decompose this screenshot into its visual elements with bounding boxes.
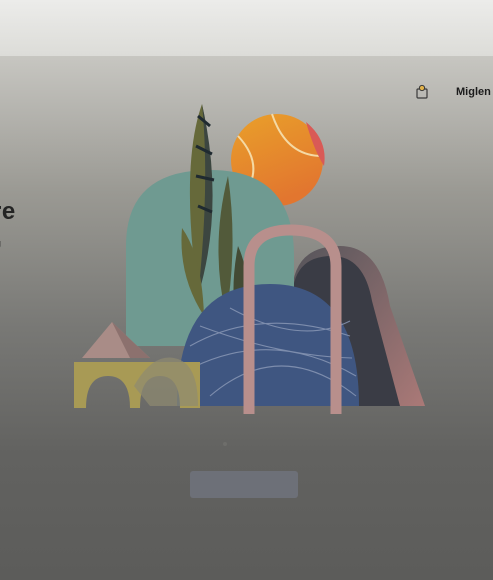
page-subtitle: g [0,238,1,248]
browser-top-bar [0,0,493,56]
pager-dot[interactable] [223,442,227,446]
page-title: re [0,198,16,225]
screen: Miglen re g [0,0,493,580]
user-name[interactable]: Miglen [456,86,491,98]
continue-button[interactable] [190,471,298,498]
abstract-illustration [74,104,425,414]
